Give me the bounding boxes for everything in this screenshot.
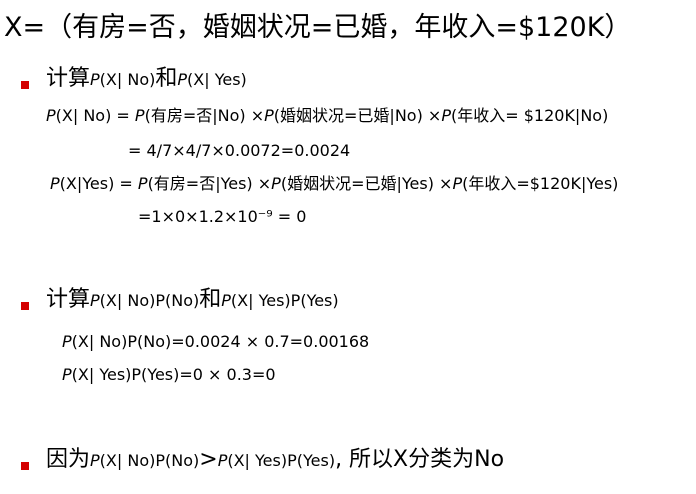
section2-p2: P: [221, 291, 231, 310]
formula-no-p-c: P: [264, 106, 274, 125]
section1-t1: (X| No): [99, 70, 156, 89]
formula-no-a: (X| No) =: [55, 106, 135, 125]
formula-yes-p-d: P: [452, 174, 463, 193]
section3-p1: P: [90, 451, 100, 470]
section3-gt: >: [199, 447, 218, 472]
calc-no-p: P: [62, 332, 72, 351]
bullet-marker-2: [21, 302, 29, 310]
formula-yes: P(X|Yes) = P(有房=否|Yes) ×P(婚姻状况=已婚|Yes) ×…: [50, 176, 618, 192]
section1-heading: 计算P(X| No)和P(X| Yes): [46, 68, 247, 90]
section1-p2: P: [177, 70, 188, 89]
formula-yes-p-c: P: [271, 174, 281, 193]
section3-lead: 因为: [46, 447, 91, 472]
result-no: = 4/7×4/7×0.0072=0.0024: [128, 141, 351, 160]
section2-t1: (X| No)P(No): [99, 291, 200, 310]
calc-yes-text: (X| Yes)P(Yes)=0 × 0.3=0: [71, 365, 276, 384]
formula-no: P(X| No) = P(有房=否|No) ×P(婚姻状况=已婚|No) ×P(…: [46, 108, 608, 124]
formula-no-b: (有房=否|No) ×: [144, 106, 265, 125]
calc-yes: P(X| Yes)P(Yes)=0 × 0.3=0: [62, 367, 276, 383]
formula-yes-b: (有房=否|Yes) ×: [147, 174, 272, 193]
calc-no-text: (X| No)P(No)=0.0024 × 0.7=0.00168: [71, 332, 370, 351]
section3-t1: (X| No)P(No): [99, 451, 200, 470]
formula-yes-d: (年收入=$120K|Yes): [462, 174, 619, 193]
formula-yes-c: (婚姻状况=已婚|Yes) ×: [280, 174, 453, 193]
section3-p2: P: [217, 451, 228, 470]
section3-t2: (X| Yes)P(Yes): [227, 451, 336, 470]
section2-heading: 计算P(X| No)P(No)和P(X| Yes)P(Yes): [46, 289, 339, 311]
section2-and: 和: [199, 287, 222, 312]
section2-lead: 计算: [46, 287, 91, 312]
calc-yes-p: P: [62, 365, 72, 384]
section1-p1: P: [90, 70, 100, 89]
formula-no-p-d: P: [441, 106, 451, 125]
formula-no-p-a: P: [46, 106, 56, 125]
formula-no-d: (年收入= $120K|No): [450, 106, 609, 125]
section3-conclusion-text: , 所以X分类为No: [335, 447, 505, 472]
section2-t2: (X| Yes)P(Yes): [230, 291, 339, 310]
formula-yes-p-a: P: [50, 174, 60, 193]
section1-lead: 计算: [46, 66, 91, 91]
bullet-marker-3: [21, 462, 29, 470]
section2-p1: P: [90, 291, 100, 310]
section3-conclusion: 因为P(X| No)P(No)>P(X| Yes)P(Yes), 所以X分类为N…: [46, 449, 504, 471]
result-yes: =1×0×1.2×10⁻⁹ = 0: [138, 207, 307, 226]
bullet-marker-1: [21, 81, 29, 89]
formula-no-c: (婚姻状况=已婚|No) ×: [273, 106, 442, 125]
section1-t2: (X| Yes): [187, 70, 247, 89]
formula-yes-a: (X|Yes) =: [59, 174, 138, 193]
page-title: X=（有房=否，婚姻状况=已婚，年收入=$120K）: [4, 12, 632, 43]
section1-and: 和: [155, 66, 178, 91]
formula-yes-p-b: P: [137, 174, 148, 193]
calc-no: P(X| No)P(No)=0.0024 × 0.7=0.00168: [62, 334, 369, 350]
formula-no-p-b: P: [134, 106, 145, 125]
